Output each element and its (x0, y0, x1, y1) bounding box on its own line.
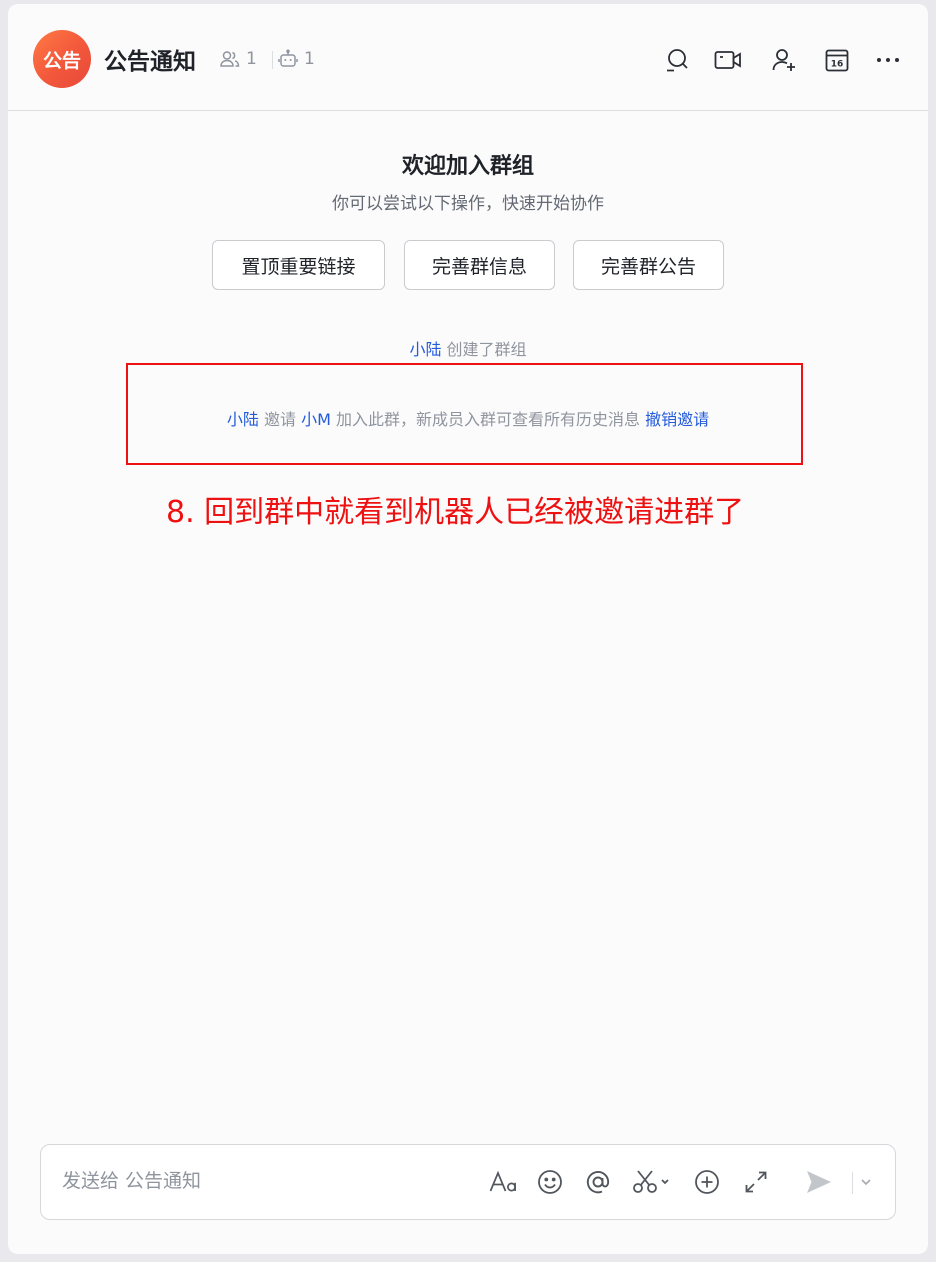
welcome-subtitle: 你可以尝试以下操作，快速开始协作 (332, 194, 604, 214)
calendar-day: 16 (831, 60, 844, 70)
inviter-link[interactable]: 小陆 (227, 410, 259, 429)
screenshot-scissors-icon[interactable] (631, 1167, 677, 1197)
creator-link[interactable]: 小陆 (409, 340, 441, 359)
meta-divider (272, 51, 273, 69)
group-avatar[interactable]: 公告 (33, 30, 91, 88)
complete-group-announcement-button[interactable]: 完善群公告 (573, 240, 724, 290)
send-options-chevron-down-icon[interactable] (857, 1167, 875, 1197)
add-more-icon[interactable] (692, 1167, 722, 1197)
group-title[interactable]: 公告通知 (104, 42, 196, 76)
calendar-icon[interactable]: 16 (822, 45, 852, 75)
message-input[interactable] (62, 1170, 422, 1192)
chat-header: 公告 公告通知 1 1 16 (8, 4, 928, 111)
pin-links-button[interactable]: 置顶重要链接 (212, 240, 385, 290)
invite-message: 小陆 邀请 小M 加入此群，新成员入群可查看所有历史消息 撤销邀请 (8, 406, 928, 430)
mention-icon[interactable] (583, 1167, 613, 1197)
bot-count[interactable]: 1 (278, 49, 315, 69)
invite-verb: 邀请 (263, 410, 296, 429)
bot-count-value: 1 (304, 49, 315, 69)
group-created-message: 小陆 创建了群组 (8, 336, 928, 360)
more-options-icon[interactable] (873, 45, 903, 75)
invitee-link[interactable]: 小M (301, 410, 331, 429)
bot-icon (278, 49, 298, 67)
emoji-icon[interactable] (535, 1167, 565, 1197)
revoke-invite-link[interactable]: 撤销邀请 (645, 410, 709, 429)
created-text: 创建了群组 (446, 340, 527, 359)
send-icon[interactable] (803, 1167, 835, 1197)
text-format-icon[interactable] (487, 1167, 521, 1197)
members-icon (220, 51, 240, 67)
tutorial-annotation: 8. 回到群中就看到机器人已经被邀请进群了 (166, 495, 745, 530)
group-avatar-text: 公告 (42, 49, 81, 72)
send-divider (852, 1172, 853, 1194)
expand-icon[interactable] (741, 1167, 771, 1197)
complete-group-info-button[interactable]: 完善群信息 (404, 240, 555, 290)
invite-text: 加入此群，新成员入群可查看所有历史消息 (336, 410, 641, 429)
member-count[interactable]: 1 (220, 49, 257, 69)
welcome-title: 欢迎加入群组 (401, 154, 534, 179)
add-member-icon[interactable] (769, 45, 799, 75)
member-count-value: 1 (246, 49, 257, 69)
chat-window: 公告 公告通知 1 1 16 欢迎加入群组 你可以尝试以下操作，快速开始协作 置… (8, 4, 928, 1254)
video-call-icon[interactable] (713, 45, 743, 75)
message-composer (40, 1144, 896, 1220)
search-icon[interactable] (662, 45, 692, 75)
